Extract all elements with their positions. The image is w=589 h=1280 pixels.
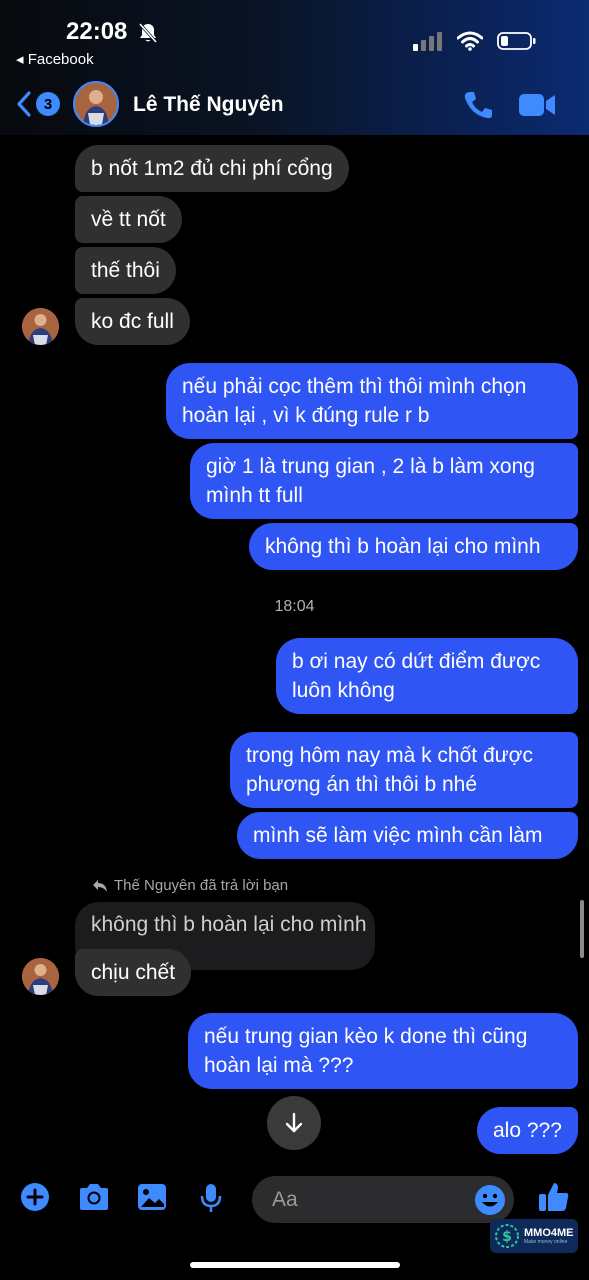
signal-icon — [413, 32, 442, 51]
outgoing-message[interactable]: b ơi nay có dứt điểm được luôn không — [276, 638, 578, 714]
home-indicator[interactable] — [190, 1262, 400, 1268]
status-icons — [413, 31, 537, 51]
message-line: nếu trung gian kèo k done thì cũng — [204, 1025, 528, 1048]
svg-text:$: $ — [502, 1229, 512, 1245]
back-button[interactable]: 3 — [16, 90, 60, 118]
sender-avatar[interactable] — [22, 308, 59, 345]
scrollbar[interactable] — [580, 900, 584, 958]
outgoing-message[interactable]: không thì b hoàn lại cho mình — [249, 523, 578, 570]
incoming-message[interactable]: về tt nốt — [75, 196, 182, 243]
message-line: phương án thì thôi b nhé — [246, 773, 477, 796]
dollar-logo-icon: $ — [495, 1224, 519, 1248]
message-line: mình tt full — [206, 484, 303, 507]
plus-icon[interactable] — [20, 1182, 50, 1217]
microphone-icon[interactable] — [199, 1182, 223, 1219]
incoming-message[interactable]: chịu chết — [75, 949, 192, 996]
message-line: hoàn lại , vì k đúng rule r b — [182, 404, 430, 427]
message-line: b ơi nay có dứt điểm được — [292, 650, 541, 673]
thumbs-up-icon[interactable] — [537, 1180, 571, 1219]
outgoing-message[interactable]: giờ 1 là trung gian , 2 là b làm xong mì… — [190, 443, 578, 519]
outgoing-message[interactable]: mình sẽ làm việc mình cần làm — [237, 812, 578, 859]
watermark-logo: $ MMO4ME Make money online — [490, 1219, 578, 1253]
emoji-icon[interactable] — [474, 1184, 506, 1221]
outgoing-message[interactable]: alo ??? — [477, 1107, 578, 1154]
reply-label-text: Thế Nguyên đã trả lời bạn — [114, 877, 289, 894]
message-input-placeholder: Aa — [272, 1187, 298, 1211]
scroll-to-bottom-button[interactable] — [267, 1096, 321, 1150]
message-line: hoàn lại mà ??? — [204, 1054, 354, 1077]
back-to-app-link[interactable]: ◂ Facebook — [16, 50, 94, 68]
unread-badge: 3 — [36, 92, 60, 116]
image-icon[interactable] — [136, 1182, 168, 1217]
watermark-brand: MMO4ME — [524, 1227, 574, 1239]
back-chevron-icon — [17, 91, 31, 117]
outgoing-message[interactable]: nếu phải cọc thêm thì thôi mình chọn hoà… — [166, 363, 578, 439]
message-line: luôn không — [292, 679, 395, 702]
watermark-tagline: Make money online — [524, 1239, 568, 1245]
contact-avatar[interactable] — [73, 81, 119, 127]
bell-muted-icon — [138, 22, 158, 49]
reply-indicator: Thế Nguyên đã trả lời bạn — [92, 877, 288, 894]
battery-icon — [497, 32, 536, 50]
camera-icon[interactable] — [77, 1182, 111, 1217]
timestamp: 18:04 — [274, 598, 315, 615]
message-line: alo ??? — [493, 1119, 562, 1142]
video-icon[interactable] — [518, 92, 556, 123]
wifi-icon — [457, 31, 483, 51]
message-line: không thì b hoàn lại cho mình — [265, 535, 541, 558]
phone-icon[interactable] — [462, 90, 494, 125]
message-line: trong hôm nay mà k chốt được — [246, 744, 533, 767]
incoming-message[interactable]: b nốt 1m2 đủ chi phí cổng — [75, 145, 349, 192]
message-line: giờ 1 là trung gian , 2 là b làm xong — [206, 455, 535, 478]
outgoing-message[interactable]: nếu trung gian kèo k done thì cũng hoàn … — [188, 1013, 578, 1089]
incoming-message[interactable]: ko đc full — [75, 298, 190, 345]
status-time: 22:08 — [66, 18, 128, 45]
arrow-down-icon — [285, 1112, 303, 1133]
reply-arrow-icon — [93, 879, 107, 892]
contact-name[interactable]: Lê Thế Nguyên — [133, 93, 284, 117]
sender-avatar[interactable] — [22, 958, 59, 995]
outgoing-message[interactable]: trong hôm nay mà k chốt được phương án t… — [230, 732, 578, 808]
message-line: nếu phải cọc thêm thì thôi mình chọn — [182, 375, 527, 398]
incoming-message[interactable]: thế thôi — [75, 247, 176, 294]
message-line: mình sẽ làm việc mình cần làm — [253, 824, 543, 847]
